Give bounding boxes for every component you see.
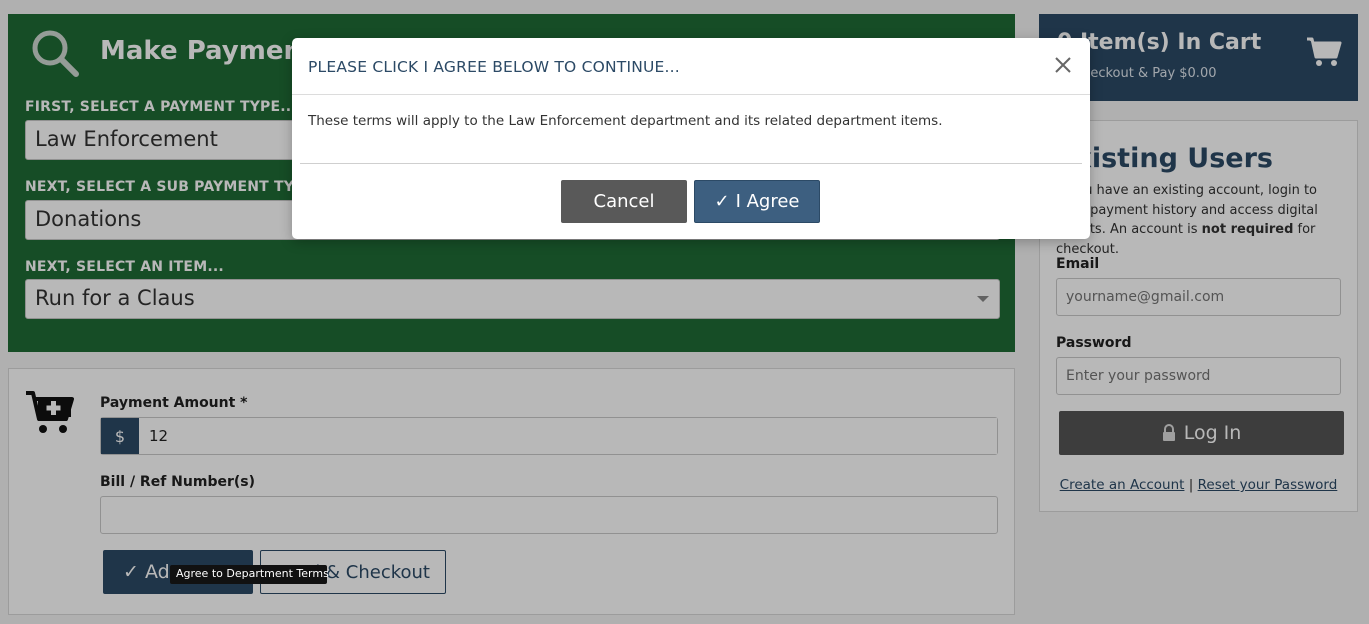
agree-terms-tooltip: Agree to Department Terms — [170, 565, 329, 584]
i-agree-label: I Agree — [735, 191, 800, 212]
modal-body-text: These terms will apply to the Law Enforc… — [308, 113, 943, 129]
i-agree-button[interactable]: ✓ I Agree — [694, 180, 820, 223]
terms-modal: PLEASE CLICK I AGREE BELOW TO CONTINUE..… — [292, 38, 1090, 239]
cancel-button[interactable]: Cancel — [561, 180, 687, 223]
close-icon[interactable] — [1052, 54, 1074, 76]
modal-divider — [300, 163, 1082, 164]
check-icon: ✓ — [714, 191, 730, 212]
modal-header: PLEASE CLICK I AGREE BELOW TO CONTINUE..… — [292, 38, 1090, 95]
modal-title: PLEASE CLICK I AGREE BELOW TO CONTINUE..… — [308, 58, 680, 76]
